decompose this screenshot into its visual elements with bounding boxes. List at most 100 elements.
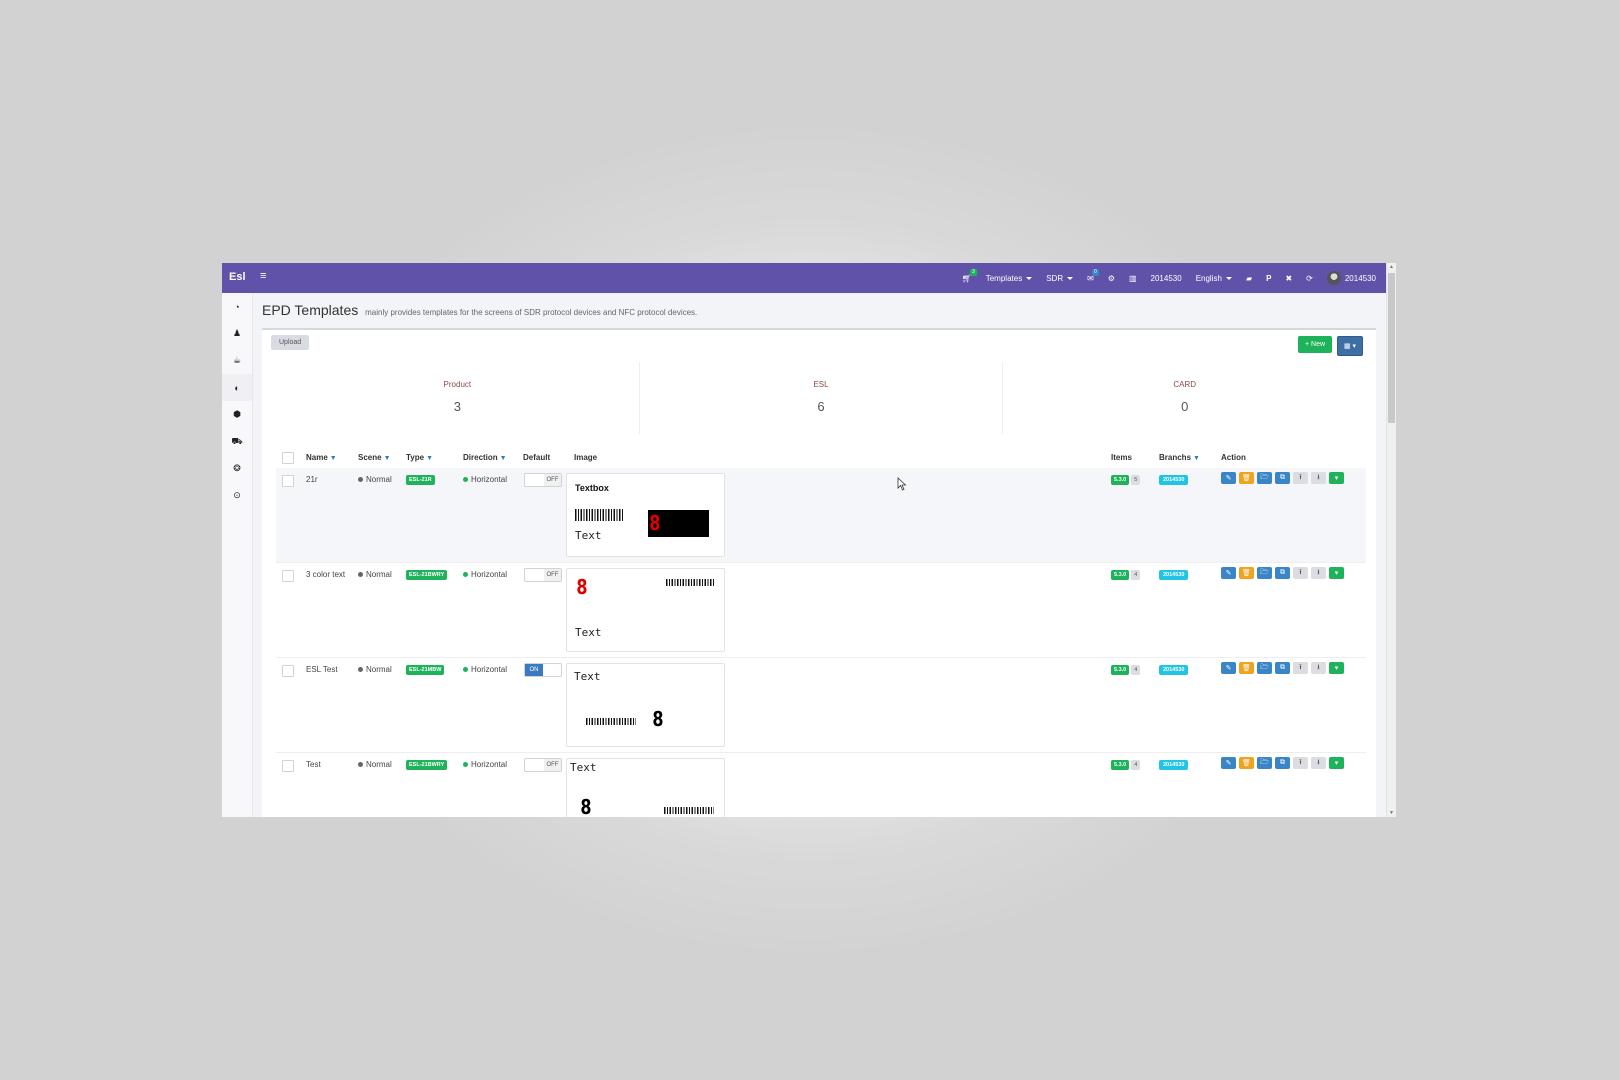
upload-row-button[interactable]: ⭱ bbox=[1293, 757, 1308, 769]
more-dropdown-button[interactable]: ▾ bbox=[1329, 662, 1344, 674]
settings-button[interactable]: ⚙ bbox=[1101, 263, 1122, 293]
default-toggle[interactable]: OFF bbox=[524, 758, 562, 772]
preview-text: Text bbox=[575, 529, 602, 542]
edit-button[interactable]: ✎ bbox=[1221, 472, 1236, 484]
template-preview[interactable]: 8 Text bbox=[566, 568, 725, 652]
edit-button[interactable]: ✎ bbox=[1221, 567, 1236, 579]
upload-button[interactable]: Upload bbox=[271, 335, 310, 350]
default-toggle[interactable]: ON bbox=[524, 663, 562, 677]
parking-button[interactable]: P bbox=[1259, 263, 1278, 293]
row-checkbox[interactable] bbox=[282, 760, 294, 772]
menu-toggle-icon[interactable]: ≡ bbox=[260, 270, 266, 282]
scene-label: Normal bbox=[366, 475, 392, 484]
more-dropdown-button[interactable]: ▾ bbox=[1329, 757, 1344, 769]
copy-button[interactable]: ⧉ bbox=[1275, 662, 1290, 674]
template-preview[interactable]: Text 8 bbox=[566, 663, 725, 747]
row-type: ESL-21R bbox=[406, 474, 435, 485]
upload-row-button[interactable]: ⭱ bbox=[1293, 662, 1308, 674]
open-folder-button[interactable]: 🗁 bbox=[1257, 662, 1272, 674]
download-button[interactable]: ⭳ bbox=[1311, 567, 1326, 579]
download-button[interactable]: ⭳ bbox=[1311, 472, 1326, 484]
brand-logo[interactable]: Esl bbox=[229, 271, 246, 283]
column-direction[interactable]: Direction ▼ bbox=[463, 453, 507, 462]
sidebar-item-history[interactable]: ⊙ bbox=[222, 482, 252, 509]
download-button[interactable]: ⭳ bbox=[1311, 757, 1326, 769]
table-row: ESL Test Normal ESL-21MBW Horizontal ON … bbox=[276, 658, 1366, 753]
column-type[interactable]: Type ▼ bbox=[406, 453, 433, 462]
filter-icon[interactable]: ▼ bbox=[330, 455, 337, 462]
protocol-dropdown[interactable]: SDR bbox=[1039, 263, 1080, 293]
vertical-scrollbar[interactable]: ▲ ▼ bbox=[1386, 263, 1396, 817]
scene-label: Normal bbox=[366, 665, 392, 674]
store-code[interactable]: 2014530 bbox=[1144, 263, 1189, 293]
sidebar-item-products[interactable]: ☕︎ bbox=[222, 347, 252, 374]
more-dropdown-button[interactable]: ▾ bbox=[1329, 472, 1344, 484]
row-name[interactable]: ESL Test bbox=[306, 665, 338, 674]
status-dot bbox=[463, 762, 468, 768]
language-dropdown[interactable]: English bbox=[1189, 263, 1239, 293]
column-scene[interactable]: Scene ▼ bbox=[358, 453, 391, 462]
user-menu[interactable]: 2014530 bbox=[1320, 263, 1383, 293]
delete-button[interactable]: 🗑︎ bbox=[1239, 472, 1254, 484]
sidebar-item-dashboard[interactable]: ◔ bbox=[222, 293, 252, 320]
scroll-down-icon[interactable]: ▼ bbox=[1389, 810, 1394, 816]
branch-badge: 2014530 bbox=[1159, 570, 1189, 580]
row-name[interactable]: 3 color text bbox=[306, 570, 345, 579]
filter-icon[interactable]: ▼ bbox=[500, 455, 507, 462]
row-checkbox[interactable] bbox=[282, 570, 294, 582]
template-preview[interactable]: Text 8 bbox=[566, 758, 725, 817]
filter-icon[interactable]: ▼ bbox=[384, 455, 391, 462]
row-name[interactable]: 21r bbox=[306, 475, 318, 484]
columns-toggle-button[interactable]: ▦ ▾ bbox=[1337, 336, 1364, 356]
cart-badge: 3 bbox=[969, 269, 977, 276]
templates-dropdown[interactable]: Templates bbox=[979, 263, 1039, 293]
column-name[interactable]: Name ▼ bbox=[306, 453, 337, 462]
delete-button[interactable]: 🗑︎ bbox=[1239, 567, 1254, 579]
sidebar-item-users[interactable]: ♟ bbox=[222, 320, 252, 347]
upload-row-button[interactable]: ⭱ bbox=[1293, 567, 1308, 579]
row-direction: Horizontal bbox=[463, 760, 507, 769]
status-dot bbox=[358, 572, 363, 578]
row-items: 5.3.0 4 bbox=[1111, 569, 1141, 580]
new-button[interactable]: + New bbox=[1298, 336, 1333, 353]
more-dropdown-button[interactable]: ▾ bbox=[1329, 567, 1344, 579]
copy-button[interactable]: ⧉ bbox=[1275, 757, 1290, 769]
copy-button[interactable]: ⧉ bbox=[1275, 567, 1290, 579]
cart-button[interactable]: 🛒︎ 3 bbox=[955, 263, 979, 293]
stat-value: 3 bbox=[453, 399, 461, 414]
row-checkbox[interactable] bbox=[282, 475, 294, 487]
template-preview[interactable]: Textbox Text 8 bbox=[566, 473, 725, 557]
filter-icon[interactable]: ▼ bbox=[1193, 455, 1200, 462]
sidebar-item-devices[interactable]: ⬢ bbox=[222, 401, 252, 428]
chart-button[interactable]: ▥ bbox=[1122, 263, 1144, 293]
default-toggle[interactable]: OFF bbox=[524, 473, 562, 487]
delete-button[interactable]: 🗑︎ bbox=[1239, 757, 1254, 769]
column-branchs[interactable]: Branchs ▼ bbox=[1159, 453, 1200, 462]
open-folder-button[interactable]: 🗁 bbox=[1257, 757, 1272, 769]
sidebar-item-templates[interactable]: ◐ bbox=[222, 374, 252, 401]
scrollbar-thumb[interactable] bbox=[1388, 273, 1395, 423]
row-name[interactable]: Test bbox=[306, 760, 321, 769]
edit-button[interactable]: ✎ bbox=[1221, 662, 1236, 674]
fullscreen-button[interactable]: ✖ bbox=[1278, 263, 1299, 293]
open-folder-button[interactable]: 🗁 bbox=[1257, 472, 1272, 484]
status-dot bbox=[463, 572, 468, 578]
refresh-button[interactable]: ⟳ bbox=[1299, 263, 1320, 293]
filter-icon[interactable]: ▼ bbox=[426, 455, 433, 462]
row-checkbox[interactable] bbox=[282, 665, 294, 677]
sidebar-item-integrations[interactable]: ❂ bbox=[222, 455, 252, 482]
scroll-up-icon[interactable]: ▲ bbox=[1389, 264, 1394, 270]
messages-button[interactable]: ✉ 0 bbox=[1080, 263, 1101, 293]
copy-button[interactable]: ⧉ bbox=[1275, 472, 1290, 484]
select-all-checkbox[interactable] bbox=[282, 452, 294, 464]
upload-row-button[interactable]: ⭱ bbox=[1293, 472, 1308, 484]
download-button[interactable]: ⭳ bbox=[1311, 662, 1326, 674]
stat-product: Product 3 bbox=[276, 362, 640, 434]
open-folder-button[interactable]: 🗁 bbox=[1257, 567, 1272, 579]
default-toggle[interactable]: OFF bbox=[524, 568, 562, 582]
delete-button[interactable]: 🗑︎ bbox=[1239, 662, 1254, 674]
preview-digit: 8 bbox=[649, 511, 661, 535]
book-button[interactable]: ▰ bbox=[1239, 263, 1259, 293]
edit-button[interactable]: ✎ bbox=[1221, 757, 1236, 769]
sidebar-item-orders[interactable]: ⛟ bbox=[222, 428, 252, 455]
